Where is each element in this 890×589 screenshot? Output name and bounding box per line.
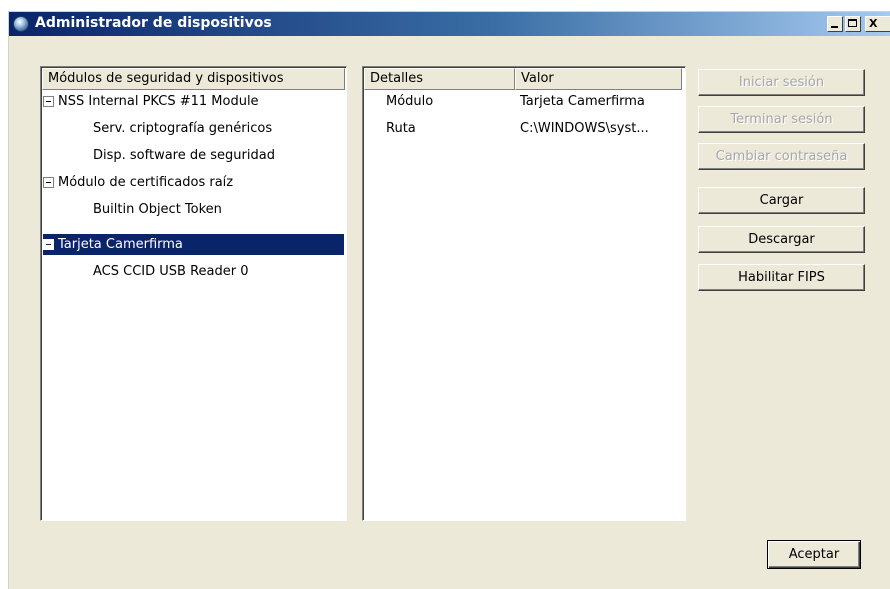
app-icon [13,16,29,32]
tree-row-label: ACS CCID USB Reader 0 [93,264,249,279]
window-title: Administrador de dispositivos [35,15,272,31]
maximize-button[interactable] [845,16,861,32]
minimize-icon [831,26,838,28]
collapse-toggle-icon[interactable] [43,177,54,188]
load-button[interactable]: Cargar [698,187,865,214]
tree-column-header[interactable]: Módulos de seguridad y dispositivos [42,68,345,90]
tree-row-builtin-object-token[interactable]: Builtin Object Token [43,199,344,220]
tree-row-label: NSS Internal PKCS #11 Module [58,94,259,109]
tree-row-acs-ccid-reader[interactable]: ACS CCID USB Reader 0 [43,261,344,282]
tree-row-label: Serv. criptografía genéricos [93,121,273,136]
detail-value-modulo: Tarjeta Camerfirma [520,94,645,109]
value-column-header[interactable]: Valor [515,68,682,90]
tree-row-certificados-raiz[interactable]: Módulo de certificados raíz [43,172,344,193]
modules-tree[interactable]: Módulos de seguridad y dispositivos NSS … [40,66,347,521]
tree-row-tarjeta-camerfirma[interactable]: Tarjeta Camerfirma [43,234,344,255]
minimize-button[interactable] [827,16,843,32]
tree-row-label: Disp. software de seguridad [93,148,275,163]
tree-row-disp-software[interactable]: Disp. software de seguridad [43,145,344,166]
logout-button[interactable]: Terminar sesión [698,106,865,133]
detail-key-modulo: Módulo [386,94,434,109]
maximize-icon [848,19,857,27]
device-manager-window: Administrador de dispositivos X Módulos … [8,11,890,589]
title-bar[interactable]: Administrador de dispositivos X [9,12,890,36]
tree-row-nss-internal[interactable]: NSS Internal PKCS #11 Module [43,91,344,112]
collapse-toggle-icon[interactable] [43,239,54,250]
login-button[interactable]: Iniciar sesión [698,69,865,96]
tree-row-label: Módulo de certificados raíz [58,175,234,190]
accept-button[interactable]: Aceptar [767,540,861,569]
details-table[interactable]: Detalles Valor Módulo Tarjeta Camerfirma… [362,66,686,521]
change-password-button[interactable]: Cambiar contraseña [698,143,865,170]
close-button[interactable]: X [865,16,890,32]
tree-row-label: Tarjeta Camerfirma [58,237,183,252]
collapse-toggle-icon[interactable] [43,96,54,107]
tree-row-label: Builtin Object Token [93,202,222,217]
unload-button[interactable]: Descargar [698,226,865,253]
tree-row-serv-criptografia[interactable]: Serv. criptografía genéricos [43,118,344,139]
detail-value-ruta: C:\WINDOWS\syst... [520,121,649,136]
details-column-header[interactable]: Detalles [364,68,515,90]
detail-key-ruta: Ruta [386,121,416,136]
close-icon: X [869,17,878,30]
enable-fips-button[interactable]: Habilitar FIPS [698,264,865,291]
